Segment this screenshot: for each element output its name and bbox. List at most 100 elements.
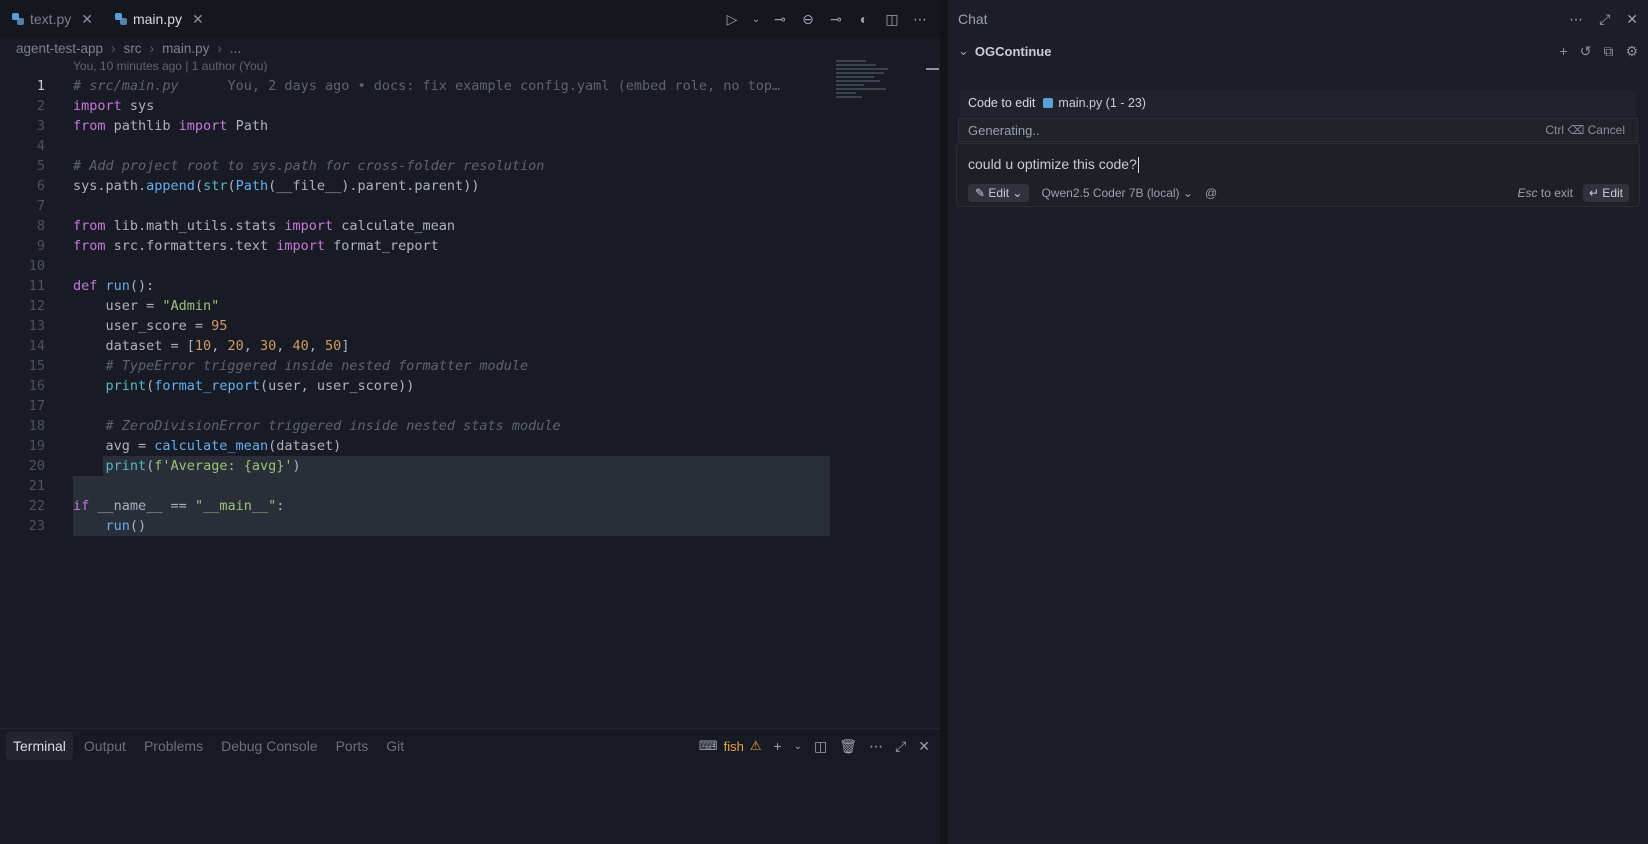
- more-icon[interactable]: ⋯: [912, 11, 928, 28]
- code-line[interactable]: 5 # Add project root to sys.path for cros…: [0, 156, 900, 176]
- close-icon[interactable]: ✕: [918, 738, 930, 755]
- section-header[interactable]: ⌄ OGContinue: [958, 40, 1051, 62]
- model-label: Qwen2.5 Coder 7B (local): [1041, 186, 1180, 200]
- chevron-down-icon[interactable]: ⌄: [794, 741, 802, 752]
- breadcrumb-item[interactable]: src: [124, 41, 142, 56]
- tab-git[interactable]: Git: [379, 732, 411, 760]
- code-line[interactable]: 8 from lib.math_utils.stats import calcul…: [0, 216, 900, 236]
- tab-main-py[interactable]: main.py ✕: [103, 0, 214, 38]
- more-icon[interactable]: ⋯: [869, 738, 883, 755]
- selection-highlight: [73, 516, 830, 536]
- section-actions: + ↺ ⧉ ⚙: [1560, 40, 1638, 62]
- chat-header: Chat: [948, 0, 1648, 38]
- run-icon[interactable]: ▷: [724, 11, 740, 28]
- terminal-selector[interactable]: ⌨ fish ⚠: [699, 738, 762, 754]
- code-line[interactable]: 9 from src.formatters.text import format_…: [0, 236, 900, 256]
- code-text: print(f'Average: {avg}'): [105, 458, 301, 474]
- code-line[interactable]: 21: [0, 476, 900, 496]
- open-external-icon[interactable]: ⧉: [1603, 43, 1613, 60]
- code-line[interactable]: 16 print(format_report(user, user_score)…: [0, 376, 900, 396]
- chevron-down-icon[interactable]: ⌄: [752, 14, 760, 25]
- code-line[interactable]: 18 # ZeroDivisionError triggered inside …: [0, 416, 900, 436]
- code-line[interactable]: 7: [0, 196, 900, 216]
- tab-text-py[interactable]: text.py ✕: [0, 0, 103, 38]
- cancel-button[interactable]: Ctrl ⌫ Cancel: [1545, 123, 1625, 137]
- tab-problems[interactable]: Problems: [137, 732, 210, 760]
- code-line[interactable]: 23 run(): [0, 516, 900, 536]
- code-line[interactable]: 4: [0, 136, 900, 156]
- maximize-icon[interactable]: ⤢: [1599, 11, 1610, 28]
- git-compare-icon[interactable]: ⊸: [772, 11, 788, 28]
- git-forward-icon[interactable]: ⊸: [828, 11, 844, 28]
- code-line[interactable]: 13 user_score = 95: [0, 316, 900, 336]
- text-caret: [1137, 157, 1139, 174]
- code-line[interactable]: 11 def run():: [0, 276, 900, 296]
- code-line[interactable]: 12 user = "Admin": [0, 296, 900, 316]
- inline-blame[interactable]: You, 2 days ago • docs: fix example conf…: [179, 78, 780, 94]
- gear-icon[interactable]: ⚙: [1625, 43, 1638, 60]
- tab-label: text.py: [30, 11, 72, 27]
- code-text: from src.formatters.text import format_r…: [73, 238, 439, 254]
- code-editor[interactable]: 1 # src/main.py You, 2 days ago • docs: f…: [0, 76, 900, 536]
- input-actions: Esc to exit ↵ Edit: [1518, 184, 1629, 202]
- chevron-right-icon: ›: [217, 40, 222, 56]
- history-icon[interactable]: ↺: [1580, 43, 1592, 60]
- tab-output[interactable]: Output: [77, 732, 133, 760]
- mode-label: Edit: [988, 186, 1010, 200]
- close-icon[interactable]: ✕: [81, 11, 93, 28]
- tab-debug-console[interactable]: Debug Console: [214, 732, 325, 760]
- breadcrumb-item[interactable]: agent-test-app: [16, 41, 103, 56]
- tab-terminal[interactable]: Terminal: [6, 732, 73, 760]
- split-terminal-icon[interactable]: ◫: [814, 738, 827, 755]
- line-number: 17: [28, 398, 45, 414]
- split-editor-icon[interactable]: ◫: [884, 11, 900, 28]
- code-line[interactable]: 6 sys.path.append(str(Path(__file__).pare…: [0, 176, 900, 196]
- more-icon[interactable]: ⋯: [1569, 11, 1583, 28]
- breadcrumb-item[interactable]: main.py: [162, 41, 209, 56]
- code-to-edit-bar: Code to edit main.py (1 - 23): [960, 90, 1636, 116]
- split-divider[interactable]: [940, 0, 948, 844]
- line-number: 8: [36, 218, 45, 234]
- line-number: 4: [36, 138, 45, 154]
- code-text: from pathlib import Path: [73, 118, 269, 134]
- code-line[interactable]: 19 avg = calculate_mean(dataset): [0, 436, 900, 456]
- prompt-text[interactable]: could u optimize this code?: [968, 156, 1139, 174]
- code-line[interactable]: 2 import sys: [0, 96, 900, 116]
- mode-selector[interactable]: ✎ Edit ⌄: [968, 184, 1030, 202]
- code-line[interactable]: 14 dataset = [10, 20, 30, 40, 50]: [0, 336, 900, 356]
- model-selector[interactable]: Qwen2.5 Coder 7B (local) ⌄: [1041, 186, 1192, 200]
- git-commit-icon[interactable]: ⊖: [800, 11, 816, 28]
- edit-submit-button[interactable]: ↵ Edit: [1582, 184, 1629, 202]
- line-number: 18: [28, 418, 45, 434]
- code-line[interactable]: 1 # src/main.py You, 2 days ago • docs: f…: [0, 76, 900, 96]
- code-text: avg = calculate_mean(dataset): [73, 438, 342, 454]
- close-icon[interactable]: ✕: [192, 11, 204, 28]
- line-number: 6: [36, 178, 45, 194]
- line-number: 10: [28, 258, 45, 274]
- tab-ports[interactable]: Ports: [329, 732, 376, 760]
- maximize-icon[interactable]: ⤢: [895, 738, 906, 755]
- code-line[interactable]: 10: [0, 256, 900, 276]
- code-line[interactable]: 22 if __name__ == "__main__":: [0, 496, 900, 516]
- line-number: 23: [28, 518, 45, 534]
- add-icon[interactable]: +: [773, 738, 781, 754]
- trash-icon[interactable]: 🗑: [839, 738, 857, 755]
- code-text: from lib.math_utils.stats import calcula…: [73, 218, 456, 234]
- code-text: if __name__ == "__main__":: [73, 498, 285, 514]
- minimap[interactable]: [836, 60, 894, 110]
- breadcrumb-item[interactable]: ...: [230, 41, 241, 56]
- code-line[interactable]: 3 from pathlib import Path: [0, 116, 900, 136]
- close-icon[interactable]: ✕: [1626, 11, 1638, 28]
- code-to-edit-file[interactable]: main.py (1 - 23): [1043, 96, 1146, 110]
- new-chat-icon[interactable]: +: [1560, 43, 1568, 59]
- timeline-icon[interactable]: ◐: [856, 11, 872, 27]
- status-text: Generating..: [968, 122, 1040, 138]
- blame-header[interactable]: You, 10 minutes ago | 1 author (You): [73, 59, 267, 73]
- line-number: 5: [36, 158, 45, 174]
- chat-input[interactable]: could u optimize this code? ✎ Edit ⌄ Qwe…: [956, 143, 1640, 207]
- code-line[interactable]: 15 # TypeError triggered inside nested f…: [0, 356, 900, 376]
- code-line[interactable]: 20 print(f'Average: {avg}'): [0, 456, 900, 476]
- code-line[interactable]: 17: [0, 396, 900, 416]
- mention-button[interactable]: @: [1205, 186, 1217, 200]
- terminal-icon: ⌨: [698, 738, 718, 753]
